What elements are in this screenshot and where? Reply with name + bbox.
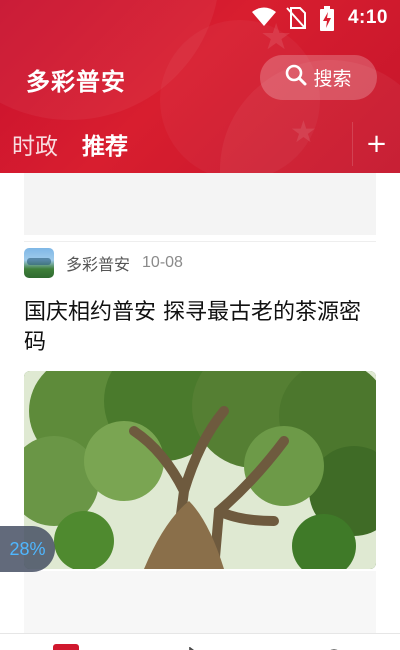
channel-tabs: 时政 推荐 [0, 120, 350, 168]
source-name[interactable]: 多彩普安 [66, 251, 130, 275]
search-label: 搜索 [313, 68, 352, 90]
search-icon [285, 64, 307, 91]
search-button[interactable]: 搜索 [260, 55, 377, 100]
previous-item-placeholder [24, 173, 376, 235]
article-date: 10-08 [142, 254, 183, 271]
app-header: ★ ★ 4:10 多彩普安 搜索 时政 推荐 + [0, 0, 400, 173]
progress-badge[interactable]: 28% [0, 526, 55, 572]
profile-tab-icon[interactable] [321, 642, 347, 650]
wifi-icon [251, 6, 277, 32]
article-source-row: 多彩普安 10-08 [24, 248, 183, 278]
no-sim-icon [285, 6, 307, 34]
divider [24, 241, 376, 242]
news-feed[interactable]: 多彩普安 10-08 国庆相约普安 探寻最古老的茶源密码 [0, 173, 400, 633]
article-title[interactable]: 国庆相约普安 探寻最古老的茶源密码 [24, 298, 376, 358]
tab-politics[interactable]: 时政 [0, 127, 70, 161]
video-tab-icon[interactable] [187, 642, 207, 650]
status-bar: 4:10 [0, 0, 400, 36]
app-logo-title: 多彩普安 [26, 67, 126, 96]
plus-icon: + [365, 129, 388, 159]
article-cover-image[interactable] [24, 371, 376, 569]
tree-illustration [24, 371, 376, 569]
add-channel-button[interactable]: + [352, 122, 400, 166]
battery-charging-icon [318, 6, 336, 36]
tab-recommend[interactable]: 推荐 [70, 127, 140, 161]
bottom-navigation [0, 633, 400, 650]
status-time: 4:10 [347, 7, 388, 28]
source-avatar[interactable] [24, 248, 54, 278]
home-tab-icon[interactable] [53, 644, 79, 650]
next-item-placeholder [24, 571, 376, 633]
